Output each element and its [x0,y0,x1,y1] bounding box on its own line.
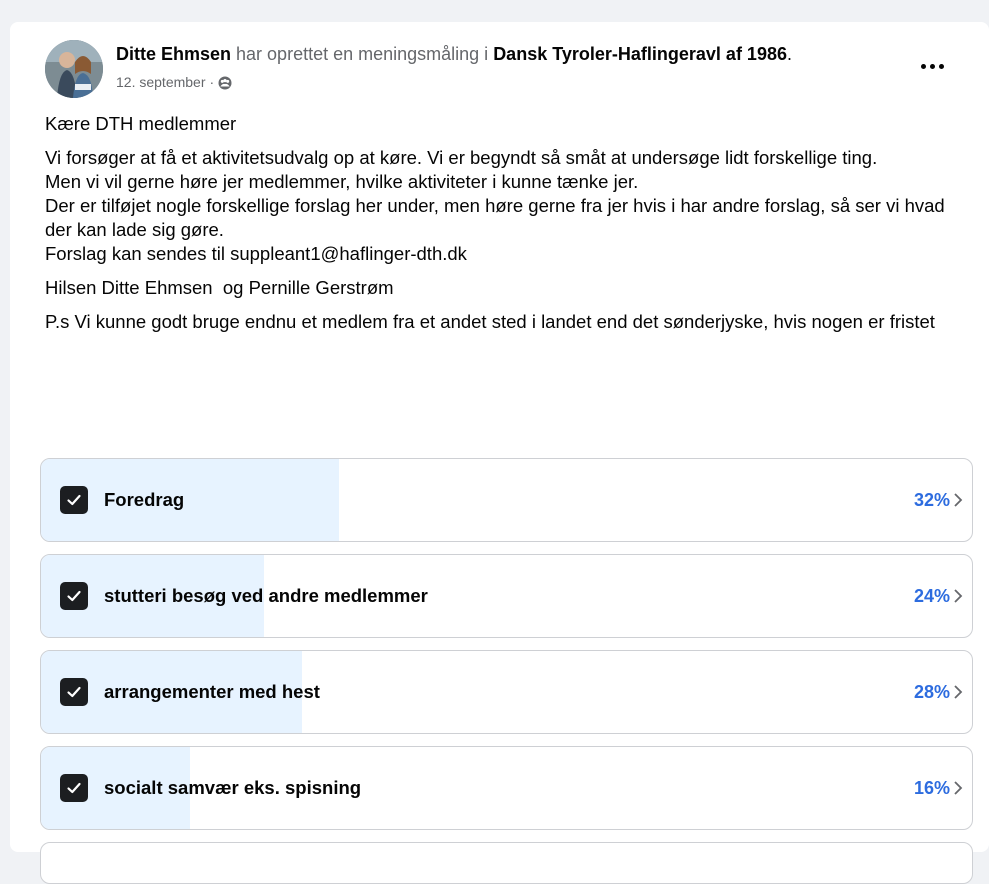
chevron-right-icon[interactable] [952,492,964,508]
author-avatar[interactable] [45,40,103,98]
poll-option-label: socialt samvær eks. spisning [104,777,362,798]
author-name[interactable]: Ditte Ehmsen [116,44,231,64]
checkbox-checked-icon[interactable] [60,774,88,802]
poll-option-label: Foredrag [104,489,185,510]
poll: Foredrag 32% stutteri besøg ved andre me… [40,458,973,884]
group-name[interactable]: Dansk Tyroler-Haflingeravl af 1986 [493,44,787,64]
meta-separator: · [209,74,215,90]
checkbox-checked-icon[interactable] [60,582,88,610]
poll-option-partial[interactable] [40,842,973,884]
chevron-right-icon[interactable] [952,588,964,604]
checkbox-checked-icon[interactable] [60,486,88,514]
poll-option-percent[interactable]: 28% [914,679,950,705]
poll-option[interactable]: arrangementer med hest 28% [40,650,973,734]
post-paragraph: P.s Vi kunne godt bruge endnu et medlem … [45,311,935,332]
poll-option-percent[interactable]: 32% [914,487,950,513]
poll-option-label: stutteri besøg ved andre medlemmer [104,585,428,606]
post-body: Kære DTH medlemmer Vi forsøger at få et … [45,112,970,344]
post-meta: 12. september · [116,72,232,92]
post-paragraph: Vi forsøger at få et aktivitetsudvalg op… [45,147,945,264]
post-paragraph: Kære DTH medlemmer [45,113,237,134]
post-byline: Ditte Ehmsen har oprettet en meningsmåli… [116,42,906,66]
more-dots-icon [920,63,926,69]
poll-option[interactable]: stutteri besøg ved andre medlemmer 24% [40,554,973,638]
poll-option-percent[interactable]: 16% [914,775,950,801]
poll-option[interactable]: socialt samvær eks. spisning 16% [40,746,973,830]
checkbox-checked-icon[interactable] [60,678,88,706]
more-options-button[interactable] [912,46,952,86]
poll-option-percent[interactable]: 24% [914,583,950,609]
group-suffix: . [786,44,792,64]
post-paragraph: Hilsen Ditte Ehmsen og Pernille Gerstrøm [45,277,394,298]
chevron-right-icon[interactable] [952,780,964,796]
group-members-icon [218,75,232,90]
poll-option-label: arrangementer med hest [104,681,320,702]
poll-option[interactable]: Foredrag 32% [40,458,973,542]
post-header: Ditte Ehmsen har oprettet en meningsmåli… [36,40,956,100]
chevron-right-icon[interactable] [952,684,964,700]
post-action-text: har oprettet en meningsmåling i [231,44,494,64]
post-date[interactable]: 12. september [116,72,206,92]
